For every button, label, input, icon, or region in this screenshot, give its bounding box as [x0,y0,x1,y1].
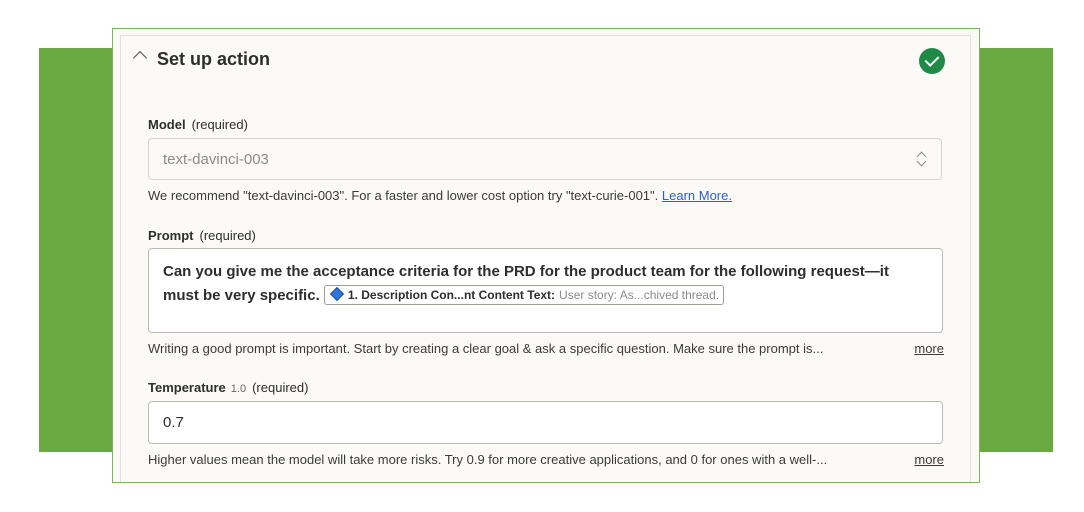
model-select-value: text-davinci-003 [163,151,269,168]
model-select[interactable]: text-davinci-003 [148,138,942,180]
temperature-label-text: Temperature [148,380,226,395]
check-circle-icon [919,48,945,74]
field-mapping-pill[interactable]: 1. Description Con...nt Content Text: Use… [323,285,725,305]
temperature-help-text: Higher values mean the model will take m… [148,452,828,467]
chevron-up-icon[interactable] [132,50,148,66]
section-title: Set up action [157,49,271,69]
model-label: Model (required) [148,117,248,132]
temperature-more-link[interactable]: more [914,452,944,467]
model-required: (required) [191,117,248,132]
model-help-text: We recommend "text-davinci-003". For a f… [148,188,659,203]
prompt-label: Prompt (required) [148,228,256,243]
model-help: We recommend "text-davinci-003". For a f… [148,188,732,203]
model-label-text: Model [148,117,186,132]
pill-field-name: 1. Description Con...nt Content Text: [347,288,556,302]
prompt-help-text: Writing a good prompt is important. Star… [148,341,824,356]
temperature-version: 1.0 [230,383,247,395]
jira-diamond-icon [329,286,344,302]
setup-action-panel: Set up action Model (required) text-davin… [112,28,980,483]
section-header[interactable]: Set up action [113,29,979,93]
prompt-required: (required) [199,228,256,243]
temperature-required: (required) [252,380,309,395]
prompt-label-text: Prompt [148,228,194,243]
chevron-up-down-icon [917,151,927,167]
prompt-input[interactable]: Can you give me the acceptance criteria … [148,248,943,333]
temperature-input[interactable]: 0.7 [148,401,943,444]
prompt-more-link[interactable]: more [914,341,944,356]
temperature-label: Temperature 1.0 (required) [148,380,308,395]
pill-field-value: User story: As...chived thread. [559,288,720,302]
learn-more-link[interactable]: Learn More. [662,188,732,203]
temperature-value: 0.7 [163,414,184,431]
